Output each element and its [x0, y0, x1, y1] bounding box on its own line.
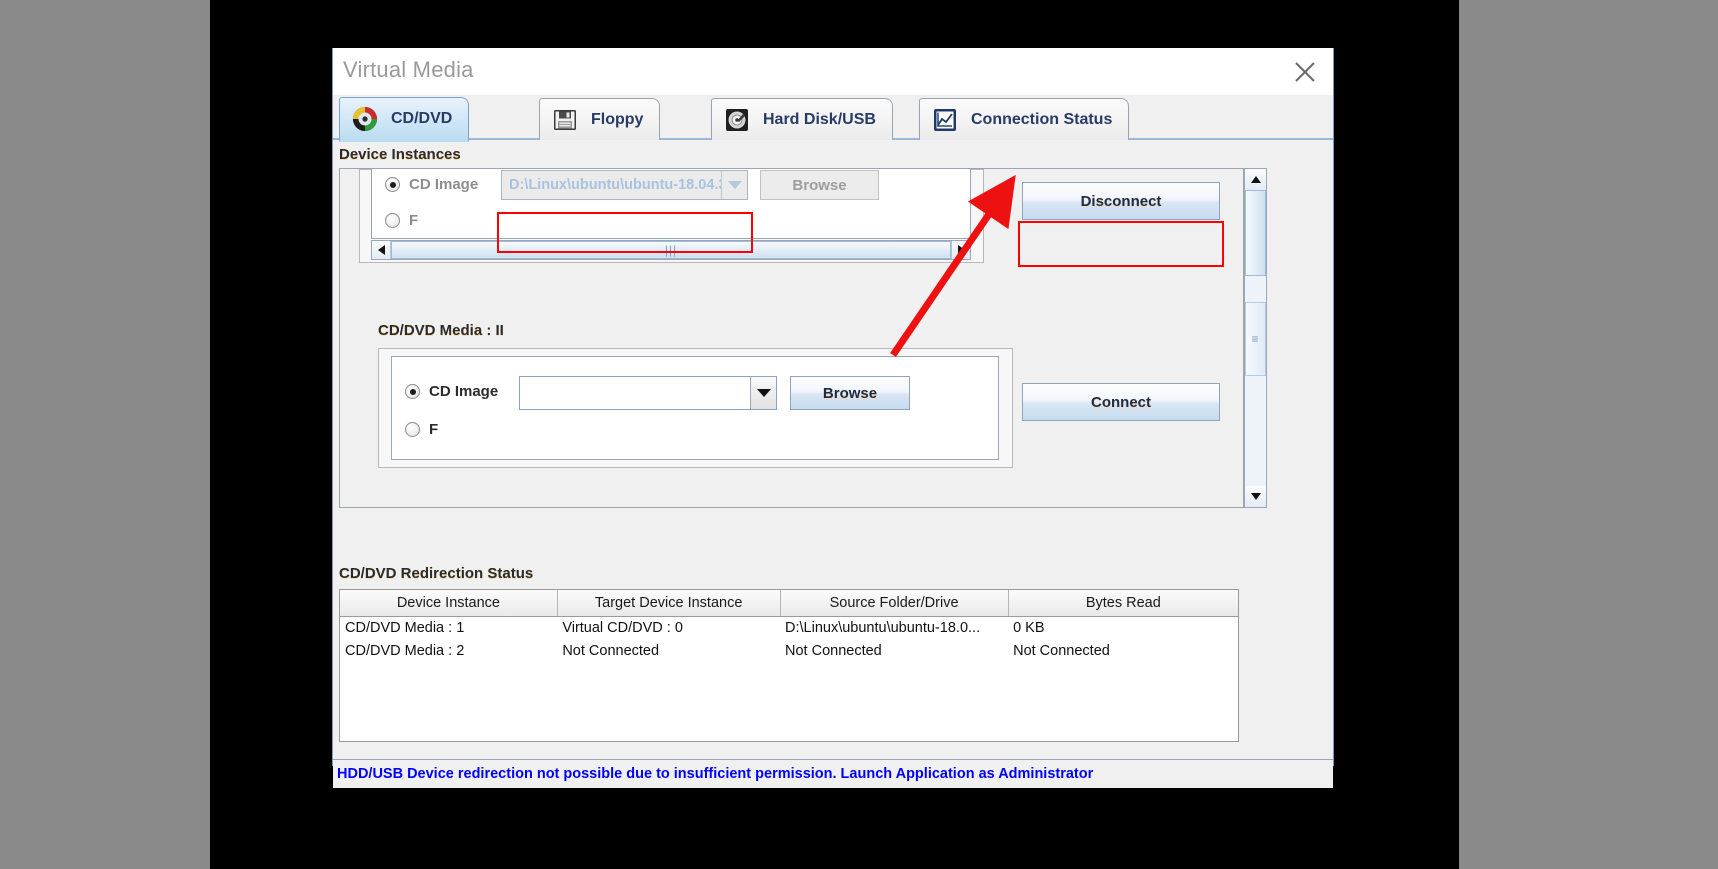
tab-connection-status[interactable]: Connection Status [919, 98, 1130, 140]
tab-hard-disk-usb[interactable]: Hard Disk/USB [711, 98, 893, 140]
status-bar: HDD/USB Device redirection not possible … [333, 759, 1333, 788]
tab-label: Floppy [591, 110, 644, 128]
device-instances-label: Device Instances [339, 146, 461, 163]
scroll-down-button[interactable] [1245, 486, 1266, 507]
table-header-row: Device Instance Target Device Instance S… [340, 590, 1238, 617]
table-row[interactable]: CD/DVD Media : 1 Virtual CD/DVD : 0 D:\L… [340, 616, 1238, 639]
column-header-bytes-read[interactable]: Bytes Read [1008, 590, 1238, 617]
status-message: HDD/USB Device redirection not possible … [337, 766, 1094, 782]
cell-source-folder-drive: Not Connected [785, 642, 882, 659]
hscroll-right-button[interactable] [951, 241, 970, 259]
connect-button[interactable]: Connect [1022, 383, 1220, 421]
grip-icon: ||| [664, 243, 678, 257]
window-title: Virtual Media [343, 57, 474, 82]
media2-path-input[interactable] [520, 377, 750, 409]
cell-device-instance: CD/DVD Media : 1 [345, 619, 465, 636]
media1-path-dropdown-arrow[interactable] [721, 171, 747, 199]
chevron-up-icon [1250, 176, 1261, 183]
cell-device-instance: CD/DVD Media : 2 [345, 642, 465, 659]
media2-path-combo[interactable] [519, 376, 777, 410]
chevron-down-icon [727, 181, 742, 189]
hscroll-left-button[interactable] [372, 241, 391, 259]
device-instances-scrollbar[interactable]: ≡ [1244, 168, 1267, 508]
tab-floppy[interactable]: Floppy [539, 98, 661, 140]
column-header-target-device-instance[interactable]: Target Device Instance [557, 590, 781, 617]
media2-path-dropdown-arrow[interactable] [750, 377, 776, 409]
grip-icon: ≡ [1251, 332, 1260, 346]
media1-drive-radio-row[interactable]: F [385, 212, 418, 229]
column-header-source-folder-drive[interactable]: Source Folder/Drive [780, 590, 1009, 617]
column-header-device-instance[interactable]: Device Instance [340, 590, 558, 617]
cell-target-device-instance: Virtual CD/DVD : 0 [562, 619, 683, 636]
redirection-status-table: Device Instance Target Device Instance S… [339, 589, 1239, 742]
scroll-track[interactable]: ≡ [1245, 190, 1266, 486]
status-table: Device Instance Target Device Instance S… [340, 590, 1238, 662]
cell-bytes-read: 0 KB [1013, 619, 1045, 636]
media1-hscrollbar[interactable]: ||| [371, 240, 971, 260]
cell-target-device-instance: Not Connected [562, 642, 660, 659]
disconnect-button[interactable]: Disconnect [1022, 182, 1220, 220]
chart-icon [934, 108, 956, 131]
browse-button-media2[interactable]: Browse [790, 376, 910, 410]
media2-cd-image-radio-row[interactable]: CD Image [405, 383, 498, 400]
media2-drive-label: F [429, 421, 439, 438]
tab-label: Connection Status [971, 110, 1113, 128]
cd-disc-icon [353, 107, 377, 131]
virtual-media-dialog: Virtual Media CD/DVD Floppy Hard Disk/US… [332, 48, 1334, 788]
media1-cd-image-label: CD Image [409, 176, 479, 193]
chevron-down-icon [1250, 493, 1261, 500]
media1-cd-image-radio-row[interactable]: CD Image [385, 176, 478, 193]
media2-drive-radio[interactable] [405, 422, 420, 437]
browse-button-media1[interactable]: Browse [760, 170, 879, 200]
hard-disk-icon [726, 108, 748, 131]
floppy-disk-icon [554, 109, 576, 130]
chevron-left-icon [377, 245, 385, 255]
scroll-thumb-secondary[interactable]: ≡ [1245, 302, 1266, 376]
chevron-down-icon [756, 389, 771, 397]
media1-cd-image-radio[interactable] [385, 177, 400, 192]
table-row[interactable]: CD/DVD Media : 2 Not Connected Not Conne… [340, 639, 1238, 662]
title-bar: Virtual Media [333, 48, 1333, 95]
media2-group-label: CD/DVD Media : II [378, 322, 504, 339]
tab-strip: CD/DVD Floppy Hard Disk/USB Connection S… [333, 95, 1333, 142]
tab-cd-dvd[interactable]: CD/DVD [339, 97, 470, 142]
hscroll-thumb[interactable]: ||| [391, 241, 951, 259]
media2-cd-image-radio[interactable] [405, 384, 420, 399]
redirection-status-label: CD/DVD Redirection Status [339, 565, 534, 582]
chevron-right-icon [957, 245, 965, 255]
cd-image-path-field[interactable]: D:\Linux\ubuntu\ubuntu-18.04.3-server-am… [502, 171, 721, 199]
tab-label: Hard Disk/USB [763, 110, 876, 128]
tab-label: CD/DVD [391, 110, 453, 127]
close-icon[interactable] [1291, 58, 1319, 86]
media1-path-combo[interactable]: D:\Linux\ubuntu\ubuntu-18.04.3-server-am… [501, 170, 748, 200]
media1-drive-radio[interactable] [385, 213, 400, 228]
scroll-up-button[interactable] [1245, 169, 1266, 190]
media1-drive-label: F [409, 212, 419, 229]
screen: Virtual Media CD/DVD Floppy Hard Disk/US… [0, 0, 1718, 869]
media2-cd-image-label: CD Image [429, 383, 499, 400]
media2-drive-radio-row[interactable]: F [405, 421, 438, 438]
cell-source-folder-drive: D:\Linux\ubuntu\ubuntu-18.0... [785, 619, 981, 636]
scroll-thumb[interactable] [1245, 190, 1266, 276]
cell-bytes-read: Not Connected [1013, 642, 1110, 659]
